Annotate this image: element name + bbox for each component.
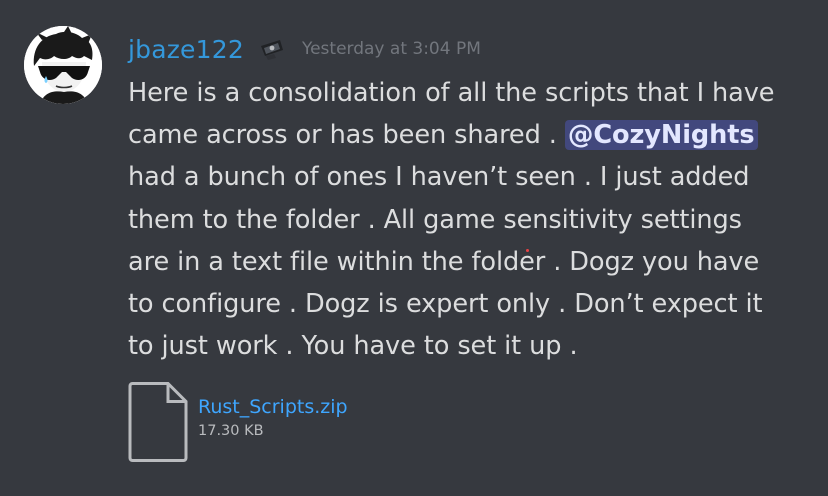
message-line: to just work . You have to set it up .: [128, 331, 578, 362]
chat-message: jbaze122 Yesterday at 3:04 PM Here is a …: [0, 0, 828, 496]
file-info: Rust_Scripts.zip 17.30 KB: [198, 382, 348, 439]
avatar-image: [24, 26, 102, 104]
file-attachment: Rust_Scripts.zip 17.30 KB: [128, 382, 348, 462]
camera-badge-icon: [256, 36, 288, 62]
message-line: had a bunch of ones I haven’t seen . I j…: [128, 162, 750, 193]
file-size: 17.30 KB: [198, 423, 264, 439]
message-line: came across or has been shared . @CozyNi…: [128, 114, 808, 156]
unread-dot: [525, 248, 529, 252]
message-line: to configure . Dogz is expert only . Don…: [128, 289, 763, 320]
message-line: are in a text file within the folder . D…: [128, 241, 808, 283]
message-line: Here is a consolidation of all the scrip…: [128, 78, 775, 108]
username[interactable]: jbaze122: [128, 35, 244, 64]
file-download-link[interactable]: Rust_Scripts.zip: [198, 396, 348, 418]
message-text: r . Dogz you have: [534, 246, 760, 277]
message-content: Here is a consolidation of all the scrip…: [128, 72, 808, 367]
message-timestamp[interactable]: Yesterday at 3:04 PM: [302, 39, 481, 59]
message-text: are in a text file within the folde: [128, 246, 535, 277]
user-mention[interactable]: @CozyNights: [564, 120, 758, 151]
message-line: them to the folder . All game sensitivit…: [128, 204, 742, 235]
user-avatar[interactable]: [24, 26, 102, 104]
message-header: jbaze122 Yesterday at 3:04 PM: [128, 30, 481, 68]
message-text: came across or has been shared .: [128, 120, 565, 151]
file-icon: [128, 382, 188, 462]
